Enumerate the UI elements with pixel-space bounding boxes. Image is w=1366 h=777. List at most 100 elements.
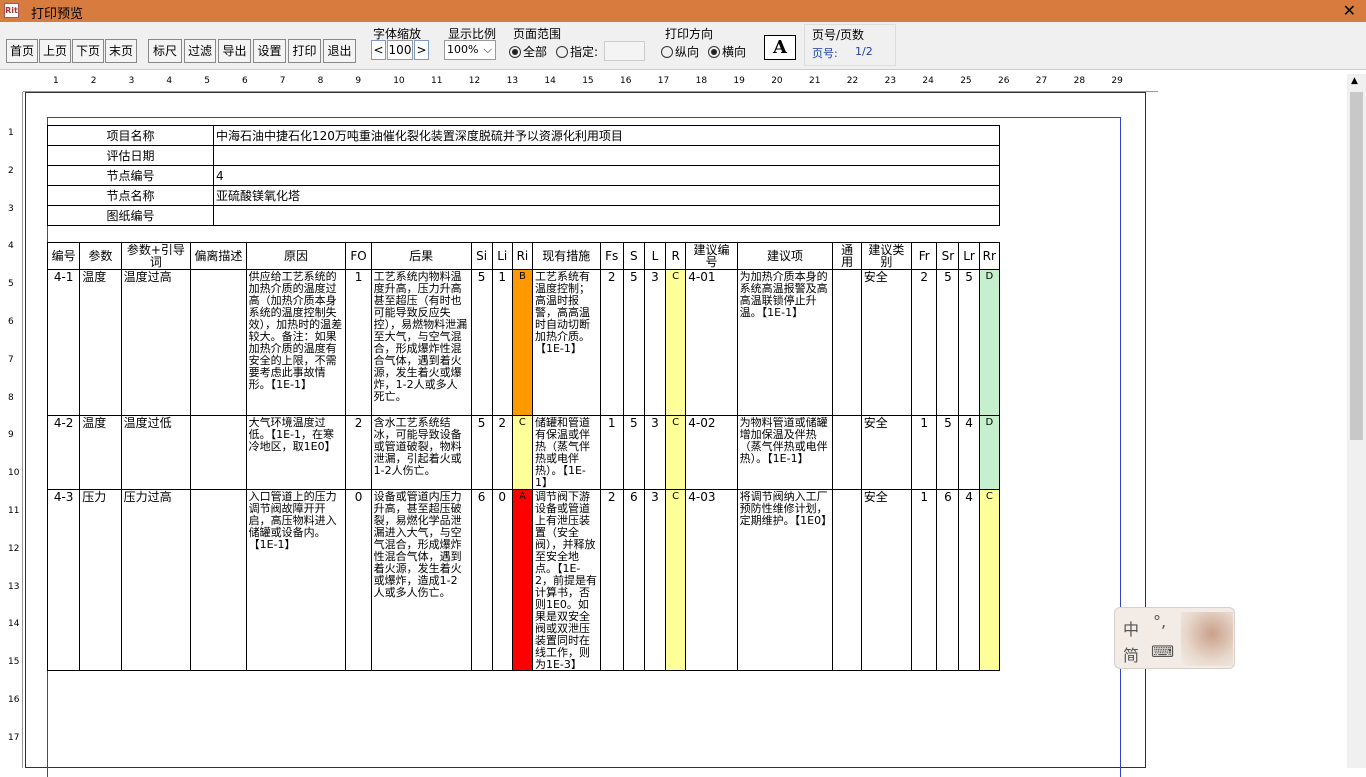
cell-gen [832, 489, 862, 671]
range-specify-radio[interactable]: 指定: [556, 43, 598, 60]
info-row: 评估日期 [47, 145, 1000, 166]
settings-button[interactable]: 设置 [253, 39, 286, 63]
next-page-button[interactable]: 下页 [72, 39, 104, 63]
export-button[interactable]: 导出 [218, 39, 251, 63]
ruler-mark: 8 [317, 76, 324, 86]
font-scale-increase[interactable]: > [414, 40, 429, 60]
ruler-mark: 23 [884, 76, 897, 86]
cell-s: 5 [622, 415, 645, 490]
cell-text: 工艺系统内物料温度升高，压力升高甚至超压（有时也可能导致反应失控），易燃物料泄漏… [373, 271, 468, 403]
column-header: 建议类别 [860, 242, 913, 270]
exit-button[interactable]: 退出 [323, 39, 356, 63]
ruler-mark: 27 [1035, 76, 1048, 86]
font-icon[interactable]: A [764, 35, 796, 60]
info-label: 节点编号 [47, 165, 214, 186]
title-bar: Rit 打印预览 ✕ [0, 0, 1366, 22]
ruler-mark: 11 [8, 506, 20, 516]
cell-cons: 设备或管道内压力升高，甚至超压破裂，易燃化学品泄漏进入大气，与空气混合，形成爆炸… [370, 489, 472, 671]
table-row: 4-3 压力 压力过高 入口管道上的压力调节阀故障开开启，高压物料进入储罐或设备内。【… [46, 489, 1001, 671]
ruler-mark: 5 [204, 76, 210, 86]
ime-language[interactable]: 中 [1123, 616, 1139, 640]
page-info-label: 页号/页数 [812, 28, 865, 42]
font-scale-input[interactable]: 100 [387, 40, 413, 60]
cell-cause: 入口管道上的压力调节阀故障开开启，高压物料进入储罐或设备内。【1E-1】 [245, 489, 347, 671]
cell-no: 4-2 [46, 415, 81, 490]
ruler-mark: 4 [8, 241, 14, 252]
cell-sr: 6 [936, 489, 960, 671]
page-number-label: 页号: [812, 47, 838, 60]
range-specify-input[interactable] [604, 41, 645, 61]
ruler-mark: 6 [8, 317, 14, 327]
filter-button[interactable]: 过滤 [184, 39, 216, 63]
cell-sno: 4-03 [685, 489, 738, 671]
cell-li: 1 [491, 269, 513, 416]
radio-unchecked-icon [556, 46, 568, 58]
vertical-scrollbar[interactable]: ▲ [1347, 74, 1366, 768]
cell-lr: 5 [958, 269, 980, 416]
scrollbar-thumb[interactable] [1350, 92, 1363, 440]
info-row: 图纸编号 [47, 205, 1000, 226]
cell-text: 设备或管道内压力升高，甚至超压破裂，易燃化学品泄漏进入大气，与空气混合，形成爆炸… [373, 491, 462, 599]
vertical-ruler[interactable]: 1 2 3 4 5 6 7 8 9 10 11 12 13 14 15 16 17 [5, 92, 23, 768]
ruler-button[interactable]: 标尺 [148, 39, 182, 63]
first-page-button[interactable]: 首页 [6, 39, 38, 63]
cell-sr: 5 [936, 415, 960, 490]
cell-rr: C [978, 489, 1001, 671]
table-row: 4-2 温度 温度过低 大气环境温度过低。【1E-1，在寒冷地区，取1E0】 2 含水工艺… [46, 415, 1001, 490]
keyboard-icon[interactable]: ⌨ [1151, 642, 1174, 661]
cell-fs: 1 [599, 415, 624, 490]
column-header: 现有措施 [531, 242, 601, 270]
cell-li: 0 [491, 489, 513, 671]
font-scale-decrease[interactable]: < [371, 40, 386, 60]
range-all-radio[interactable]: 全部 [509, 43, 547, 60]
cell-l: 3 [643, 489, 667, 671]
ime-mode[interactable]: 简 [1123, 642, 1139, 666]
project-info-table: 项目名称 中海石油中捷石化120万吨重油催化裂化装置深度脱硫并予以资源化利用项目评… [47, 125, 1000, 226]
last-page-button[interactable]: 末页 [105, 39, 137, 63]
ruler-mark: 15 [582, 76, 594, 86]
cell-meas: 储罐和管道有保温或伴热（蒸气伴热或电伴热）。【1E-1】 [531, 415, 601, 490]
horizontal-ruler[interactable]: 1 2 3 4 5 6 7 8 9 10 11 12 13 14 15 16 17 18 19 20 21 22 23 24 2… [23, 74, 1158, 92]
cell-fo: 0 [345, 489, 372, 671]
column-header: 参数 [79, 242, 122, 270]
ruler-mark: 7 [8, 354, 14, 365]
cell-l: 3 [643, 269, 667, 416]
radio-unchecked-icon [661, 46, 673, 58]
column-header: Lr [958, 242, 980, 270]
column-header: Ri [511, 242, 533, 270]
cell-cat: 安全 [860, 269, 913, 416]
ruler-mark: 10 [8, 468, 20, 479]
column-header: 建议项 [736, 242, 834, 270]
cell-ri: C [511, 415, 533, 490]
cell-guide: 温度过高 [120, 269, 192, 416]
print-button[interactable]: 打印 [288, 39, 321, 63]
close-button[interactable]: ✕ [1343, 1, 1356, 20]
range-all-label: 全部 [523, 45, 548, 59]
ruler-mark: 21 [809, 76, 821, 86]
ratio-select[interactable]: 100% ⌵ [444, 40, 496, 60]
portrait-label: 纵向 [675, 45, 700, 59]
column-header: 通用 [832, 242, 862, 270]
ruler-mark: 17 [657, 76, 670, 86]
ruler-mark: 9 [355, 76, 362, 86]
page-info-box: 页号/页数 页号: 1/2 [804, 24, 896, 66]
ruler-mark: 26 [998, 76, 1010, 86]
ime-punctuation[interactable]: °, [1153, 612, 1166, 631]
column-header: Si [470, 242, 493, 270]
portrait-radio[interactable]: 纵向 [661, 43, 699, 60]
cell-text: 为物料管道或储罐增加保温及伴热（蒸气伴热或电伴热）。【1E-1】 [739, 417, 828, 465]
ruler-mark: 16 [8, 695, 20, 705]
column-header: 原因 [245, 242, 347, 270]
ruler-mark: 4 [166, 76, 173, 86]
info-label: 项目名称 [47, 125, 214, 146]
ruler-mark: 12 [8, 543, 20, 554]
column-header: Sr [936, 242, 960, 270]
scroll-up-icon[interactable]: ▲ [1351, 76, 1358, 86]
landscape-radio[interactable]: 横向 [708, 43, 746, 60]
prev-page-button[interactable]: 上页 [39, 39, 71, 63]
cell-sr: 5 [936, 269, 960, 416]
ime-toolbar[interactable]: 中 °, 简 ⌨ [1114, 607, 1235, 669]
radio-checked-icon [509, 46, 521, 58]
ruler-mark: 5 [8, 279, 14, 290]
cell-text: 供应给工艺系统的加热介质的温度过高（加热介质本身系统的温度控制失效），加热时的温… [248, 271, 343, 391]
